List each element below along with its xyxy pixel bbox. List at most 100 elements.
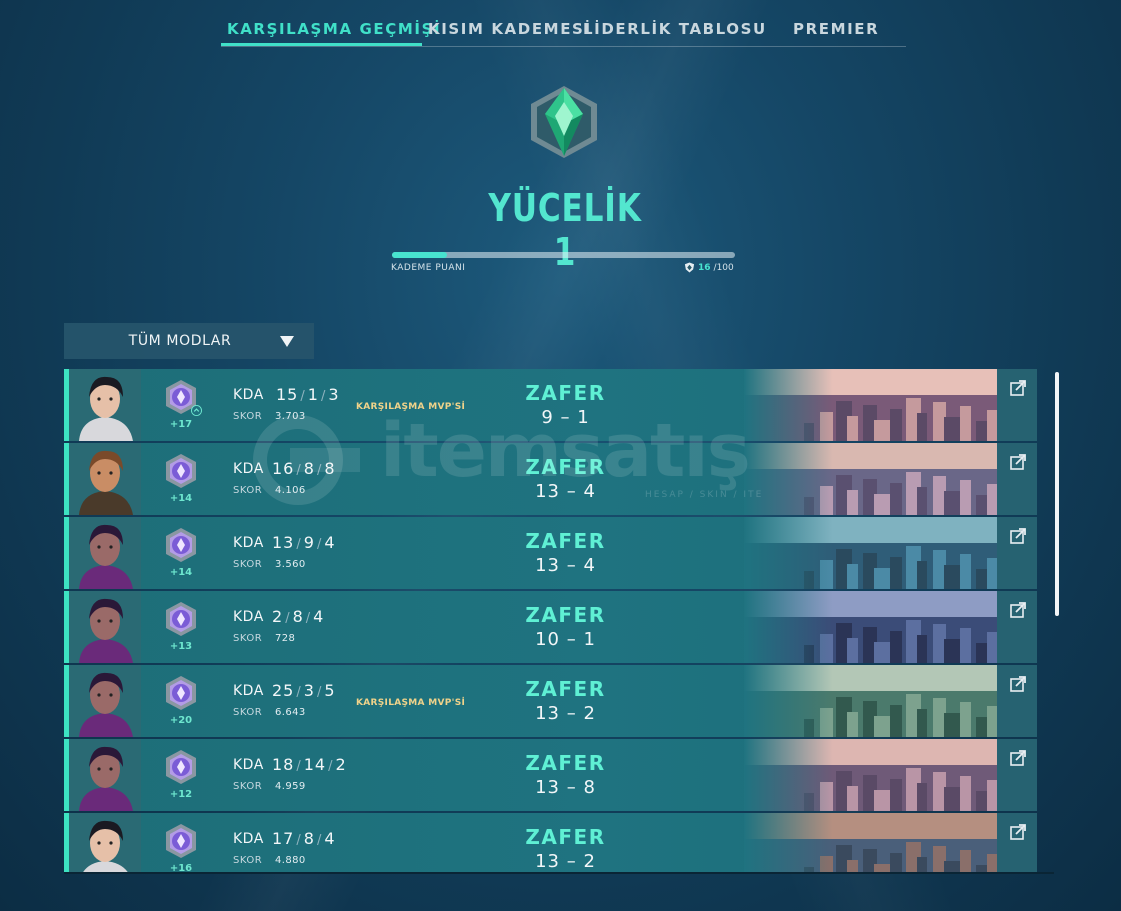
share-link-icon[interactable] (1010, 750, 1026, 766)
kda-value: 15/1/3 (276, 385, 340, 404)
rank-badge-icon (163, 675, 199, 711)
rank-rating-gain: +17 (169, 419, 193, 430)
share-link-icon[interactable] (1010, 676, 1026, 692)
match-row[interactable]: +14 KDA 16/8/8 SKOR 4.106 ZAFER 13 – 4 (64, 443, 1037, 515)
kda-separator: / (316, 537, 323, 552)
share-link-icon[interactable] (1010, 602, 1026, 618)
map-thumbnail (744, 665, 997, 737)
deaths-value: 8 (303, 459, 315, 478)
match-mvp-badge: KARŞILAŞMA MVP'Sİ (356, 402, 466, 412)
rank-rating-readout: 16/100 (684, 262, 734, 273)
kda-separator: / (296, 833, 302, 848)
match-score: 13 – 8 (535, 777, 596, 798)
match-history-list: +17 KDA 15/1/3 SKOR 3.703 KARŞILAŞMA MVP'Sİ ZA… (64, 369, 1037, 872)
combat-score-value: 4.106 (275, 485, 306, 496)
list-bottom-divider (64, 872, 1054, 874)
chevron-down-icon (280, 336, 294, 347)
assists-value: 3 (328, 385, 340, 404)
agent-portrait-reyna-icon (69, 665, 141, 737)
share-link-icon[interactable] (1010, 528, 1026, 544)
rank-rating-gain: +14 (169, 567, 193, 578)
kda-separator: / (316, 833, 323, 848)
combat-score-value: 3.703 (275, 411, 306, 422)
match-score: 10 – 1 (535, 629, 596, 650)
tab-match-history[interactable]: KARŞILAŞMA GEÇMİŞİ (227, 20, 441, 38)
kda-separator: / (296, 537, 302, 552)
deaths-value: 1 (307, 385, 319, 404)
match-result: ZAFER (525, 455, 606, 479)
kda-separator: / (320, 389, 327, 404)
kda-label: KDA (233, 387, 264, 403)
map-thumbnail (744, 517, 997, 589)
match-score: 13 – 4 (535, 481, 596, 502)
score-label: SKOR (233, 559, 263, 570)
kda-value: 18/14/2 (272, 755, 347, 774)
kda-label: KDA (233, 461, 264, 477)
tab-leaderboard[interactable]: LİDERLİK TABLOSU (583, 20, 767, 38)
kills-value: 17 (272, 829, 295, 848)
combat-score-value: 3.560 (275, 559, 306, 570)
assists-value: 2 (335, 755, 347, 774)
agent-portrait-reyna-icon (69, 591, 141, 663)
mode-filter-dropdown[interactable]: TÜM MODLAR (64, 323, 314, 359)
rank-progress-bar (392, 252, 735, 258)
assists-value: 8 (324, 459, 336, 478)
rank-badge-icon (163, 601, 199, 637)
share-link-icon[interactable] (1010, 454, 1026, 470)
agent-portrait-sage-icon (69, 369, 141, 441)
kda-label: KDA (233, 535, 264, 551)
kda-value: 16/8/8 (272, 459, 336, 478)
match-result: ZAFER (525, 529, 606, 553)
active-tab-indicator (221, 43, 422, 46)
rank-rating-max: /100 (713, 262, 734, 273)
kda-separator: / (316, 685, 323, 700)
match-result: ZAFER (525, 381, 606, 405)
kda-separator: / (296, 685, 302, 700)
scrollbar-thumb[interactable] (1055, 372, 1059, 616)
score-label: SKOR (233, 781, 263, 792)
match-row[interactable]: +12 KDA 18/14/2 SKOR 4.959 ZAFER 13 – 8 (64, 739, 1037, 811)
match-score: 13 – 2 (535, 851, 596, 872)
match-row[interactable]: +14 KDA 13/9/4 SKOR 3.560 ZAFER 13 – 4 (64, 517, 1037, 589)
score-label: SKOR (233, 411, 263, 422)
match-row[interactable]: +16 KDA 17/8/4 SKOR 4.880 ZAFER 13 – 2 (64, 813, 1037, 872)
agent-portrait-sage-icon (69, 813, 141, 872)
rank-badge-icon (163, 379, 202, 416)
tab-premier[interactable]: PREMIER (793, 20, 879, 38)
kda-value: 17/8/4 (272, 829, 336, 848)
combat-score-value: 4.880 (275, 855, 306, 866)
match-result: ZAFER (525, 677, 606, 701)
tab-act-rank[interactable]: KISIM KADEMESİ (428, 20, 592, 38)
deaths-value: 8 (303, 829, 315, 848)
combat-score-value: 4.959 (275, 781, 306, 792)
map-thumbnail (744, 739, 997, 811)
kda-label: KDA (233, 831, 264, 847)
rank-rating-gain: +20 (169, 715, 193, 726)
kda-label: KDA (233, 609, 264, 625)
share-link-icon[interactable] (1010, 380, 1026, 396)
match-score: 13 – 2 (535, 703, 596, 724)
kda-value: 2/8/4 (272, 607, 324, 626)
match-row[interactable]: +17 KDA 15/1/3 SKOR 3.703 KARŞILAŞMA MVP'Sİ ZA… (64, 369, 1037, 441)
ascendant-rank-icon (531, 86, 597, 158)
score-label: SKOR (233, 485, 263, 496)
combat-score-value: 6.643 (275, 707, 306, 718)
kills-value: 2 (272, 607, 284, 626)
match-row[interactable]: +13 KDA 2/8/4 SKOR 728 ZAFER 10 – 1 (64, 591, 1037, 663)
match-row[interactable]: +20 KDA 25/3/5 SKOR 6.643 KARŞILAŞMA MVP'Sİ ZA… (64, 665, 1037, 737)
match-result: ZAFER (525, 751, 606, 775)
match-result: ZAFER (525, 603, 606, 627)
deaths-value: 8 (292, 607, 304, 626)
match-score: 9 – 1 (541, 407, 590, 428)
deaths-value: 9 (303, 533, 315, 552)
top-nav: KARŞILAŞMA GEÇMİŞİ KISIM KADEMESİ LİDERL… (221, 14, 906, 47)
rank-up-icon (191, 405, 202, 416)
rank-badge-icon (163, 453, 199, 489)
share-link-icon[interactable] (1010, 824, 1026, 840)
score-label: SKOR (233, 633, 263, 644)
match-result: ZAFER (525, 825, 606, 849)
map-thumbnail (744, 443, 997, 515)
rank-shield-icon (684, 262, 695, 273)
score-label: SKOR (233, 707, 263, 718)
kda-label: KDA (233, 683, 264, 699)
